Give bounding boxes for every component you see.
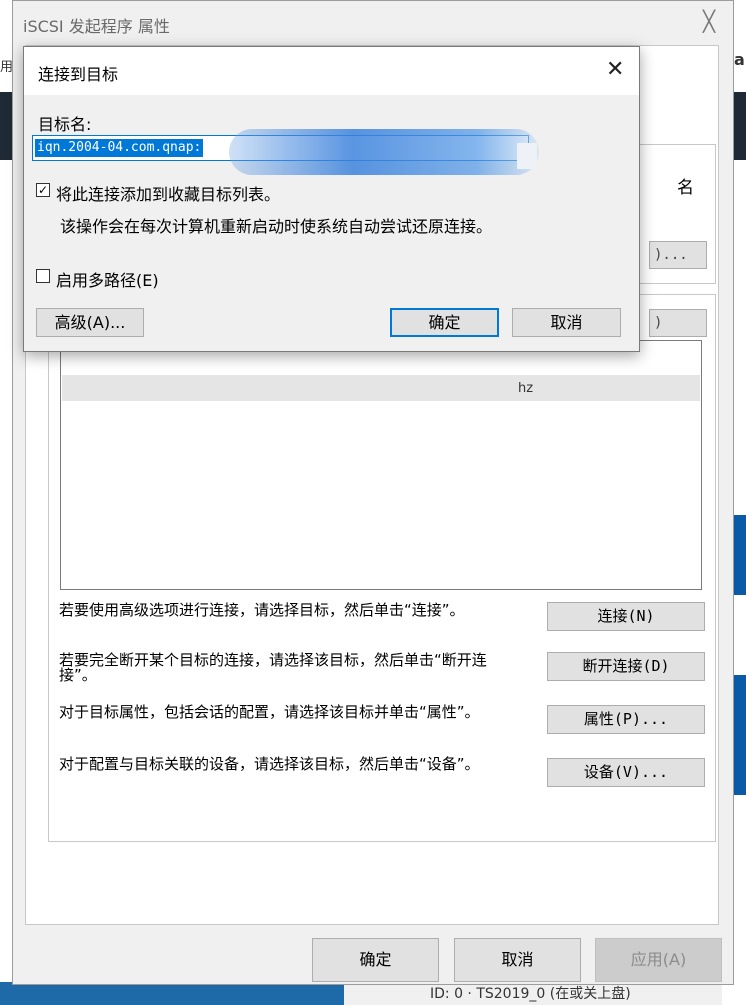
- target-name-label: 目标名:: [38, 115, 92, 134]
- desktop-text-fragment-right: a: [734, 50, 745, 69]
- connect-description: 若要使用高级选项进行连接，请选择目标，然后单击“连接”。: [59, 601, 465, 619]
- discovered-targets-list[interactable]: hz: [60, 340, 702, 590]
- target-name-value: iqn.2004-04.com.qnap:: [35, 139, 204, 157]
- disconnect-description: 若要完全断开某个目标的连接，请选择该目标，然后单击“断开连接”。: [59, 651, 487, 684]
- partial-refresh-button[interactable]: ): [649, 309, 707, 337]
- favorite-checkbox-label[interactable]: 将此连接添加到收藏目标列表。: [56, 181, 280, 205]
- dialog-title: 连接到目标: [38, 65, 119, 84]
- multipath-checkbox[interactable]: [36, 269, 50, 283]
- devices-button[interactable]: 设备(V)...: [547, 758, 705, 787]
- properties-description: 对于目标属性，包括会话的配置，请选择该目标并单击“属性”。: [59, 703, 480, 721]
- multipath-checkbox-label[interactable]: 启用多路径(E): [56, 267, 159, 291]
- discovered-targets-group: ) hz 若要使用高级选项进行连接，请选择目标，然后单击“连接”。 连接(N) …: [48, 294, 716, 842]
- apply-button[interactable]: 应用(A): [595, 938, 722, 982]
- advanced-button[interactable]: 高级(A)...: [36, 308, 144, 337]
- redaction-blur: [229, 129, 539, 175]
- cancel-button[interactable]: 取消: [454, 938, 581, 982]
- partial-quick-connect-button[interactable]: )...: [649, 241, 707, 269]
- favorite-note: 该操作会在每次计算机重新启动时使系统自动尝试还原连接。: [60, 217, 493, 236]
- table-row[interactable]: hz: [62, 375, 700, 401]
- desktop-bottom-text: ID: 0 · TS2019_0 (在或关上盘): [430, 986, 631, 1002]
- dialog-ok-button[interactable]: 确定: [390, 308, 499, 337]
- redaction-blur-edge: [517, 143, 537, 169]
- connect-to-target-dialog: 连接到目标 ✕ 目标名: iqn.2004-04.com.qnap: ✓ 将此连…: [23, 46, 640, 352]
- dialog-cancel-button[interactable]: 取消: [512, 308, 621, 337]
- devices-description: 对于配置与目标关联的设备，请选择该目标，然后单击“设备”。: [59, 755, 480, 773]
- favorite-checkbox[interactable]: ✓: [36, 183, 50, 197]
- desktop-blue-block: [732, 515, 746, 595]
- desktop-dark-band-left: [0, 92, 12, 160]
- window-title: iSCSI 发起程序 属性: [23, 17, 170, 36]
- properties-button[interactable]: 属性(P)...: [547, 705, 705, 734]
- disconnect-button[interactable]: 断开连接(D): [547, 652, 705, 681]
- connect-button[interactable]: 连接(N): [547, 602, 705, 631]
- window-close-icon[interactable]: ╳: [703, 9, 715, 33]
- desktop-blue-block-lower: [732, 675, 746, 795]
- row-status-fragment: hz: [518, 381, 534, 396]
- ok-button[interactable]: 确定: [312, 938, 439, 982]
- desktop-taskbar-fragment: [0, 982, 344, 1005]
- dialog-close-icon[interactable]: ✕: [606, 57, 624, 82]
- partial-name-label: 名: [677, 178, 694, 198]
